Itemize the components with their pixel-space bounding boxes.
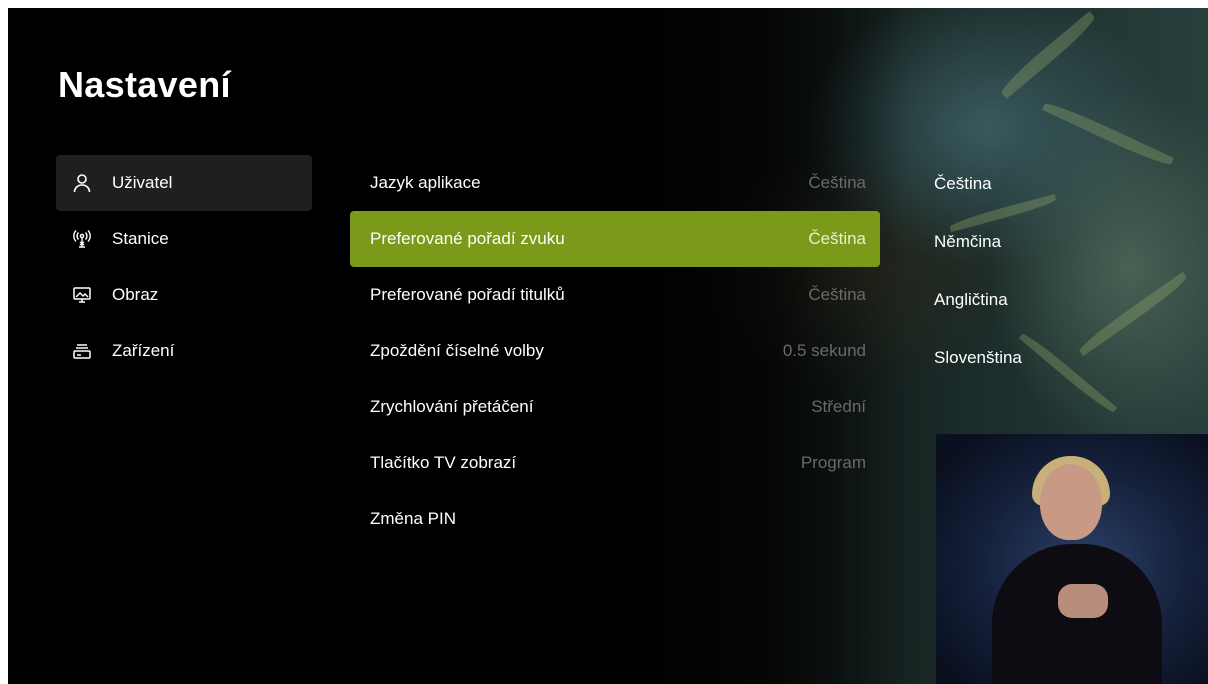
setting-label: Zrychlování přetáčení <box>370 397 534 416</box>
option-item[interactable]: Němčina <box>934 213 1174 271</box>
sidebar-item-user[interactable]: Uživatel <box>56 155 312 211</box>
sidebar-item-label: Stanice <box>112 229 169 248</box>
sidebar-item-label: Obraz <box>112 285 159 304</box>
setting-value: Čeština <box>808 285 866 304</box>
sidebar-item-label: Uživatel <box>112 173 173 192</box>
setting-value: Program <box>800 453 866 472</box>
setting-row-change-pin[interactable]: Změna PIN <box>350 491 880 547</box>
setting-value: 0.5 sekund <box>782 341 866 360</box>
antenna-icon <box>70 227 94 251</box>
setting-label: Změna PIN <box>370 509 456 528</box>
setting-label: Zpoždění číselné volby <box>370 341 544 360</box>
settings-list: Jazyk aplikace Čeština Preferované pořad… <box>350 155 880 547</box>
setting-row-seek-speed[interactable]: Zrychlování přetáčení Střední <box>350 379 880 435</box>
setting-value: Čeština <box>808 229 866 248</box>
sidebar-item-stations[interactable]: Stanice <box>56 211 312 267</box>
option-item[interactable]: Čeština <box>934 155 1174 213</box>
setting-row-tv-button[interactable]: Tlačítko TV zobrazí Program <box>350 435 880 491</box>
setting-label: Preferované pořadí titulků <box>370 285 565 304</box>
setting-label: Preferované pořadí zvuku <box>370 229 565 248</box>
page-title: Nastavení <box>58 64 231 105</box>
sidebar-item-picture[interactable]: Obraz <box>56 267 312 323</box>
set-top-box-icon <box>70 339 94 363</box>
setting-label: Jazyk aplikace <box>370 173 481 192</box>
setting-row-audio-order[interactable]: Preferované pořadí zvuku Čeština <box>350 211 880 267</box>
user-icon <box>70 171 94 195</box>
setting-row-subtitle-order[interactable]: Preferované pořadí titulků Čeština <box>350 267 880 323</box>
sidebar-item-devices[interactable]: Zařízení <box>56 323 312 379</box>
setting-value: Čeština <box>808 173 866 192</box>
sign-language-interpreter-window <box>936 434 1208 684</box>
option-item[interactable]: Angličtina <box>934 271 1174 329</box>
language-options-list: Čeština Němčina Angličtina Slovenština <box>934 155 1174 387</box>
interpreter-head <box>1040 464 1102 540</box>
setting-value: Střední <box>811 397 866 416</box>
leaf-decoration <box>997 11 1099 99</box>
settings-sidebar: Uživatel Stanice Obraz Zařízení <box>56 155 312 379</box>
tv-screen: Nastavení Uživatel Stanice Obraz Zařízen… <box>8 8 1208 684</box>
sidebar-item-label: Zařízení <box>112 341 175 360</box>
setting-row-numeric-delay[interactable]: Zpoždění číselné volby 0.5 sekund <box>350 323 880 379</box>
interpreter-hands <box>1058 584 1108 618</box>
setting-row-app-language[interactable]: Jazyk aplikace Čeština <box>350 155 880 211</box>
option-item[interactable]: Slovenština <box>934 329 1174 387</box>
monitor-icon <box>70 283 94 307</box>
setting-label: Tlačítko TV zobrazí <box>370 453 517 472</box>
